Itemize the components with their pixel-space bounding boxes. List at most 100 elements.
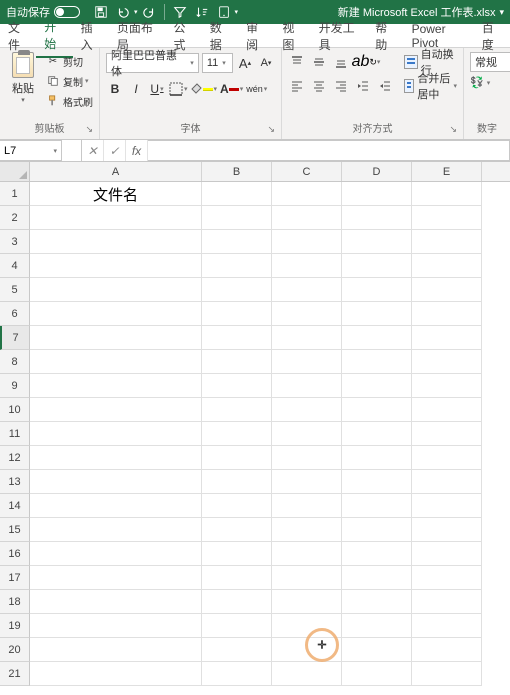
- chevron-down-icon[interactable]: ▾: [487, 79, 491, 87]
- font-size-combo[interactable]: 11 ▾: [202, 53, 233, 73]
- copy-button[interactable]: 复制 ▾: [46, 72, 93, 90]
- wrap-text-button[interactable]: 自动换行: [404, 52, 457, 72]
- cell-B3[interactable]: [202, 230, 272, 254]
- cell-D1[interactable]: [342, 182, 412, 206]
- cell-D15[interactable]: [342, 518, 412, 542]
- cell-B15[interactable]: [202, 518, 272, 542]
- increase-font-button[interactable]: A▴: [236, 53, 254, 73]
- cell-C21[interactable]: [272, 662, 342, 686]
- cell-C9[interactable]: [272, 374, 342, 398]
- cell-C11[interactable]: [272, 422, 342, 446]
- row-header-10[interactable]: 10: [0, 398, 30, 422]
- cell-D13[interactable]: [342, 470, 412, 494]
- cell-C5[interactable]: [272, 278, 342, 302]
- cell-C2[interactable]: [272, 206, 342, 230]
- fill-color-button[interactable]: ▾: [191, 79, 218, 99]
- column-header-E[interactable]: E: [412, 162, 482, 181]
- cell-D10[interactable]: [342, 398, 412, 422]
- cell-B21[interactable]: [202, 662, 272, 686]
- row-header-11[interactable]: 11: [0, 422, 30, 446]
- cell-B9[interactable]: [202, 374, 272, 398]
- underline-button[interactable]: U▾: [148, 79, 166, 99]
- cell-E18[interactable]: [412, 590, 482, 614]
- cell-E5[interactable]: [412, 278, 482, 302]
- paste-dropdown-icon[interactable]: ▾: [21, 96, 25, 104]
- row-header-5[interactable]: 5: [0, 278, 30, 302]
- cell-A5[interactable]: [30, 278, 202, 302]
- row-header-13[interactable]: 13: [0, 470, 30, 494]
- cell-C20[interactable]: [272, 638, 342, 662]
- name-box[interactable]: L7 ▾: [0, 140, 62, 161]
- cell-A15[interactable]: [30, 518, 202, 542]
- cell-A10[interactable]: [30, 398, 202, 422]
- cell-D11[interactable]: [342, 422, 412, 446]
- cell-B5[interactable]: [202, 278, 272, 302]
- cell-D14[interactable]: [342, 494, 412, 518]
- row-header-2[interactable]: 2: [0, 206, 30, 230]
- row-header-21[interactable]: 21: [0, 662, 30, 686]
- cancel-formula-button[interactable]: ✕: [82, 140, 104, 161]
- cell-C17[interactable]: [272, 566, 342, 590]
- cell-A9[interactable]: [30, 374, 202, 398]
- cell-A18[interactable]: [30, 590, 202, 614]
- row-header-1[interactable]: 1: [0, 182, 30, 206]
- font-dialog-launcher[interactable]: ↘: [267, 122, 275, 136]
- cell-B4[interactable]: [202, 254, 272, 278]
- cell-D19[interactable]: [342, 614, 412, 638]
- cell-D4[interactable]: [342, 254, 412, 278]
- column-header-B[interactable]: B: [202, 162, 272, 181]
- cell-C10[interactable]: [272, 398, 342, 422]
- font-name-combo[interactable]: 阿里巴巴普惠体 ▾: [106, 53, 199, 73]
- cell-E20[interactable]: [412, 638, 482, 662]
- cell-A17[interactable]: [30, 566, 202, 590]
- cell-C14[interactable]: [272, 494, 342, 518]
- italic-button[interactable]: I: [127, 79, 145, 99]
- cell-B12[interactable]: [202, 446, 272, 470]
- cell-B10[interactable]: [202, 398, 272, 422]
- chevron-down-icon[interactable]: ▾: [53, 147, 57, 155]
- cell-E7[interactable]: [412, 326, 482, 350]
- cell-D16[interactable]: [342, 542, 412, 566]
- cell-D7[interactable]: [342, 326, 412, 350]
- cell-E14[interactable]: [412, 494, 482, 518]
- cell-C12[interactable]: [272, 446, 342, 470]
- row-header-9[interactable]: 9: [0, 374, 30, 398]
- cell-E10[interactable]: [412, 398, 482, 422]
- cell-E6[interactable]: [412, 302, 482, 326]
- cell-D20[interactable]: [342, 638, 412, 662]
- cell-E11[interactable]: [412, 422, 482, 446]
- cell-B6[interactable]: [202, 302, 272, 326]
- cell-A13[interactable]: [30, 470, 202, 494]
- row-header-8[interactable]: 8: [0, 350, 30, 374]
- cell-C16[interactable]: [272, 542, 342, 566]
- column-header-D[interactable]: D: [342, 162, 412, 181]
- cell-C8[interactable]: [272, 350, 342, 374]
- cell-B2[interactable]: [202, 206, 272, 230]
- cell-D8[interactable]: [342, 350, 412, 374]
- row-header-20[interactable]: 20: [0, 638, 30, 662]
- align-left-button[interactable]: [288, 77, 306, 95]
- orientation-button[interactable]: ab↻▾: [354, 53, 378, 71]
- merge-center-button[interactable]: 合并后居中 ▾: [404, 76, 457, 96]
- align-right-button[interactable]: [332, 77, 350, 95]
- cut-button[interactable]: ✂ 剪切: [46, 52, 93, 70]
- row-header-17[interactable]: 17: [0, 566, 30, 590]
- cell-B14[interactable]: [202, 494, 272, 518]
- decrease-font-button[interactable]: A▾: [257, 53, 275, 73]
- select-all-button[interactable]: [0, 162, 30, 181]
- row-header-18[interactable]: 18: [0, 590, 30, 614]
- cell-C13[interactable]: [272, 470, 342, 494]
- cell-C7[interactable]: [272, 326, 342, 350]
- decrease-indent-button[interactable]: [354, 77, 372, 95]
- row-header-7[interactable]: 7: [0, 326, 30, 350]
- cell-E12[interactable]: [412, 446, 482, 470]
- cell-A19[interactable]: [30, 614, 202, 638]
- cell-D6[interactable]: [342, 302, 412, 326]
- cell-A12[interactable]: [30, 446, 202, 470]
- cell-A20[interactable]: [30, 638, 202, 662]
- formula-input[interactable]: [148, 140, 510, 161]
- format-painter-button[interactable]: 格式刷: [46, 92, 93, 110]
- align-center-button[interactable]: [310, 77, 328, 95]
- bold-button[interactable]: B: [106, 79, 124, 99]
- cell-E1[interactable]: [412, 182, 482, 206]
